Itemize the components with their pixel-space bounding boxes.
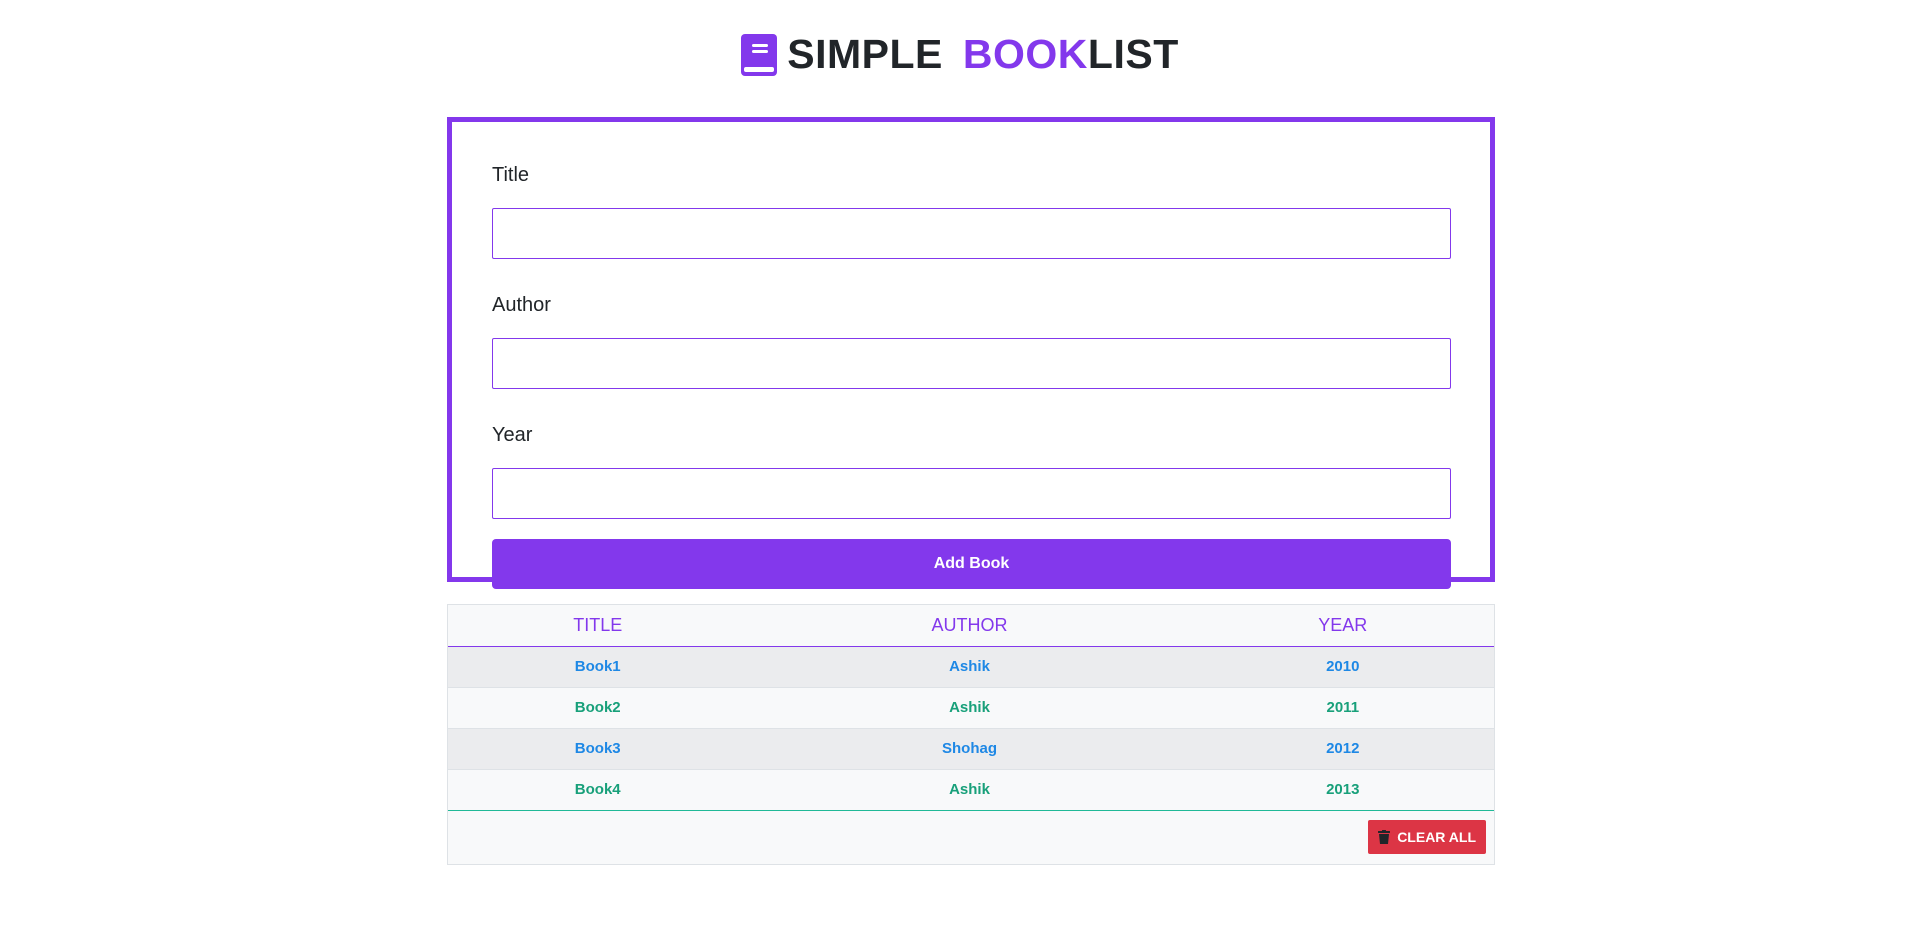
book-table: TITLE AUTHOR YEAR Book1 Ashik 2010 Book2… [448,605,1494,811]
cell-title: Book3 [448,728,748,770]
year-input[interactable] [492,468,1451,519]
cell-author: Shohag [747,728,1192,770]
add-book-form: Title Author Year Add Book [447,117,1495,589]
trash-icon [1378,829,1391,844]
cell-year: 2010 [1191,646,1494,688]
author-label: Author [492,294,551,316]
table-row: Book1 Ashik 2010 [448,646,1494,688]
clear-all-label: CLEAR ALL [1397,828,1476,845]
cell-title: Book1 [448,646,748,688]
add-book-button[interactable]: Add Book [492,539,1451,589]
brand-list: LIST [1087,31,1179,77]
clear-all-button[interactable]: CLEAR ALL [1368,819,1486,854]
cell-author: Ashik [747,687,1192,729]
title-label: Title [492,164,530,186]
page-title: SIMPLE BOOKLIST [787,32,1178,77]
column-header-title: TITLE [448,605,748,647]
table-footer: CLEAR ALL [448,811,1494,863]
year-label: Year [492,424,533,446]
author-input[interactable] [492,338,1451,389]
cell-author: Ashik [747,769,1192,811]
cell-year: 2013 [1191,769,1494,811]
column-header-author: AUTHOR [747,605,1192,647]
book-list-table: TITLE AUTHOR YEAR Book1 Ashik 2010 Book2… [447,604,1495,865]
cell-title: Book2 [448,687,748,729]
table-row: Book3 Shohag 2012 [448,728,1494,770]
app-header: SIMPLE BOOKLIST [0,32,1920,77]
column-header-year: YEAR [1191,605,1494,647]
table-header-row: TITLE AUTHOR YEAR [448,605,1494,647]
cell-author: Ashik [747,646,1192,688]
cell-year: 2011 [1191,687,1494,729]
brand-simple: SIMPLE [787,31,943,77]
cell-year: 2012 [1191,728,1494,770]
table-row: Book4 Ashik 2013 [448,769,1494,811]
title-input[interactable] [492,208,1451,259]
book-icon [741,33,778,76]
cell-title: Book4 [448,769,748,811]
brand-book: BOOK [962,31,1088,77]
table-row: Book2 Ashik 2011 [448,687,1494,729]
